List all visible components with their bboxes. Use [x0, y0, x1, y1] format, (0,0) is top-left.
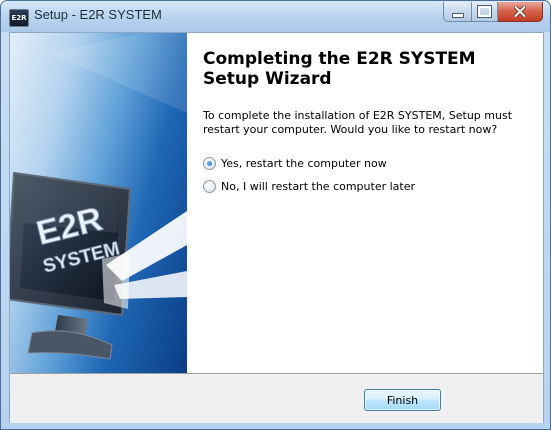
monitor-illustration: E2R SYSTEM [10, 33, 187, 360]
restart-later-option[interactable]: No, I will restart the computer later [203, 180, 415, 193]
window-title: Setup - E2R SYSTEM [34, 7, 162, 22]
restart-message: To complete the installation of E2R SYST… [203, 109, 513, 136]
finish-button[interactable]: Finish [364, 389, 441, 411]
caption-buttons [443, 2, 543, 22]
restart-now-option[interactable]: Yes, restart the computer now [203, 157, 387, 170]
wizard-content: Completing the E2R SYSTEM Setup Wizard T… [203, 49, 523, 193]
setup-window: E2R Setup - E2R SYSTEM E2R SYSTEM Comple… [0, 0, 551, 430]
wizard-client-area: E2R SYSTEM Completing the E2R SYSTEM Set… [9, 32, 544, 423]
button-bar: Finish [10, 373, 543, 423]
maximize-button[interactable] [472, 2, 498, 22]
restart-later-label[interactable]: No, I will restart the computer later [221, 180, 415, 193]
app-icon-text: E2R [11, 14, 27, 22]
restart-now-label[interactable]: Yes, restart the computer now [221, 157, 387, 170]
close-button[interactable] [498, 2, 543, 22]
wizard-heading: Completing the E2R SYSTEM Setup Wizard [203, 49, 476, 89]
close-icon [514, 6, 526, 17]
restart-later-radio[interactable] [203, 180, 216, 193]
maximize-icon [477, 5, 492, 18]
minimize-button[interactable] [443, 2, 472, 22]
restart-now-radio[interactable] [203, 157, 216, 170]
e2r-app-icon[interactable]: E2R [9, 9, 29, 27]
wizard-side-image: E2R SYSTEM [10, 33, 187, 373]
title-bar[interactable]: E2R Setup - E2R SYSTEM [1, 1, 550, 32]
minimize-icon [451, 12, 464, 18]
